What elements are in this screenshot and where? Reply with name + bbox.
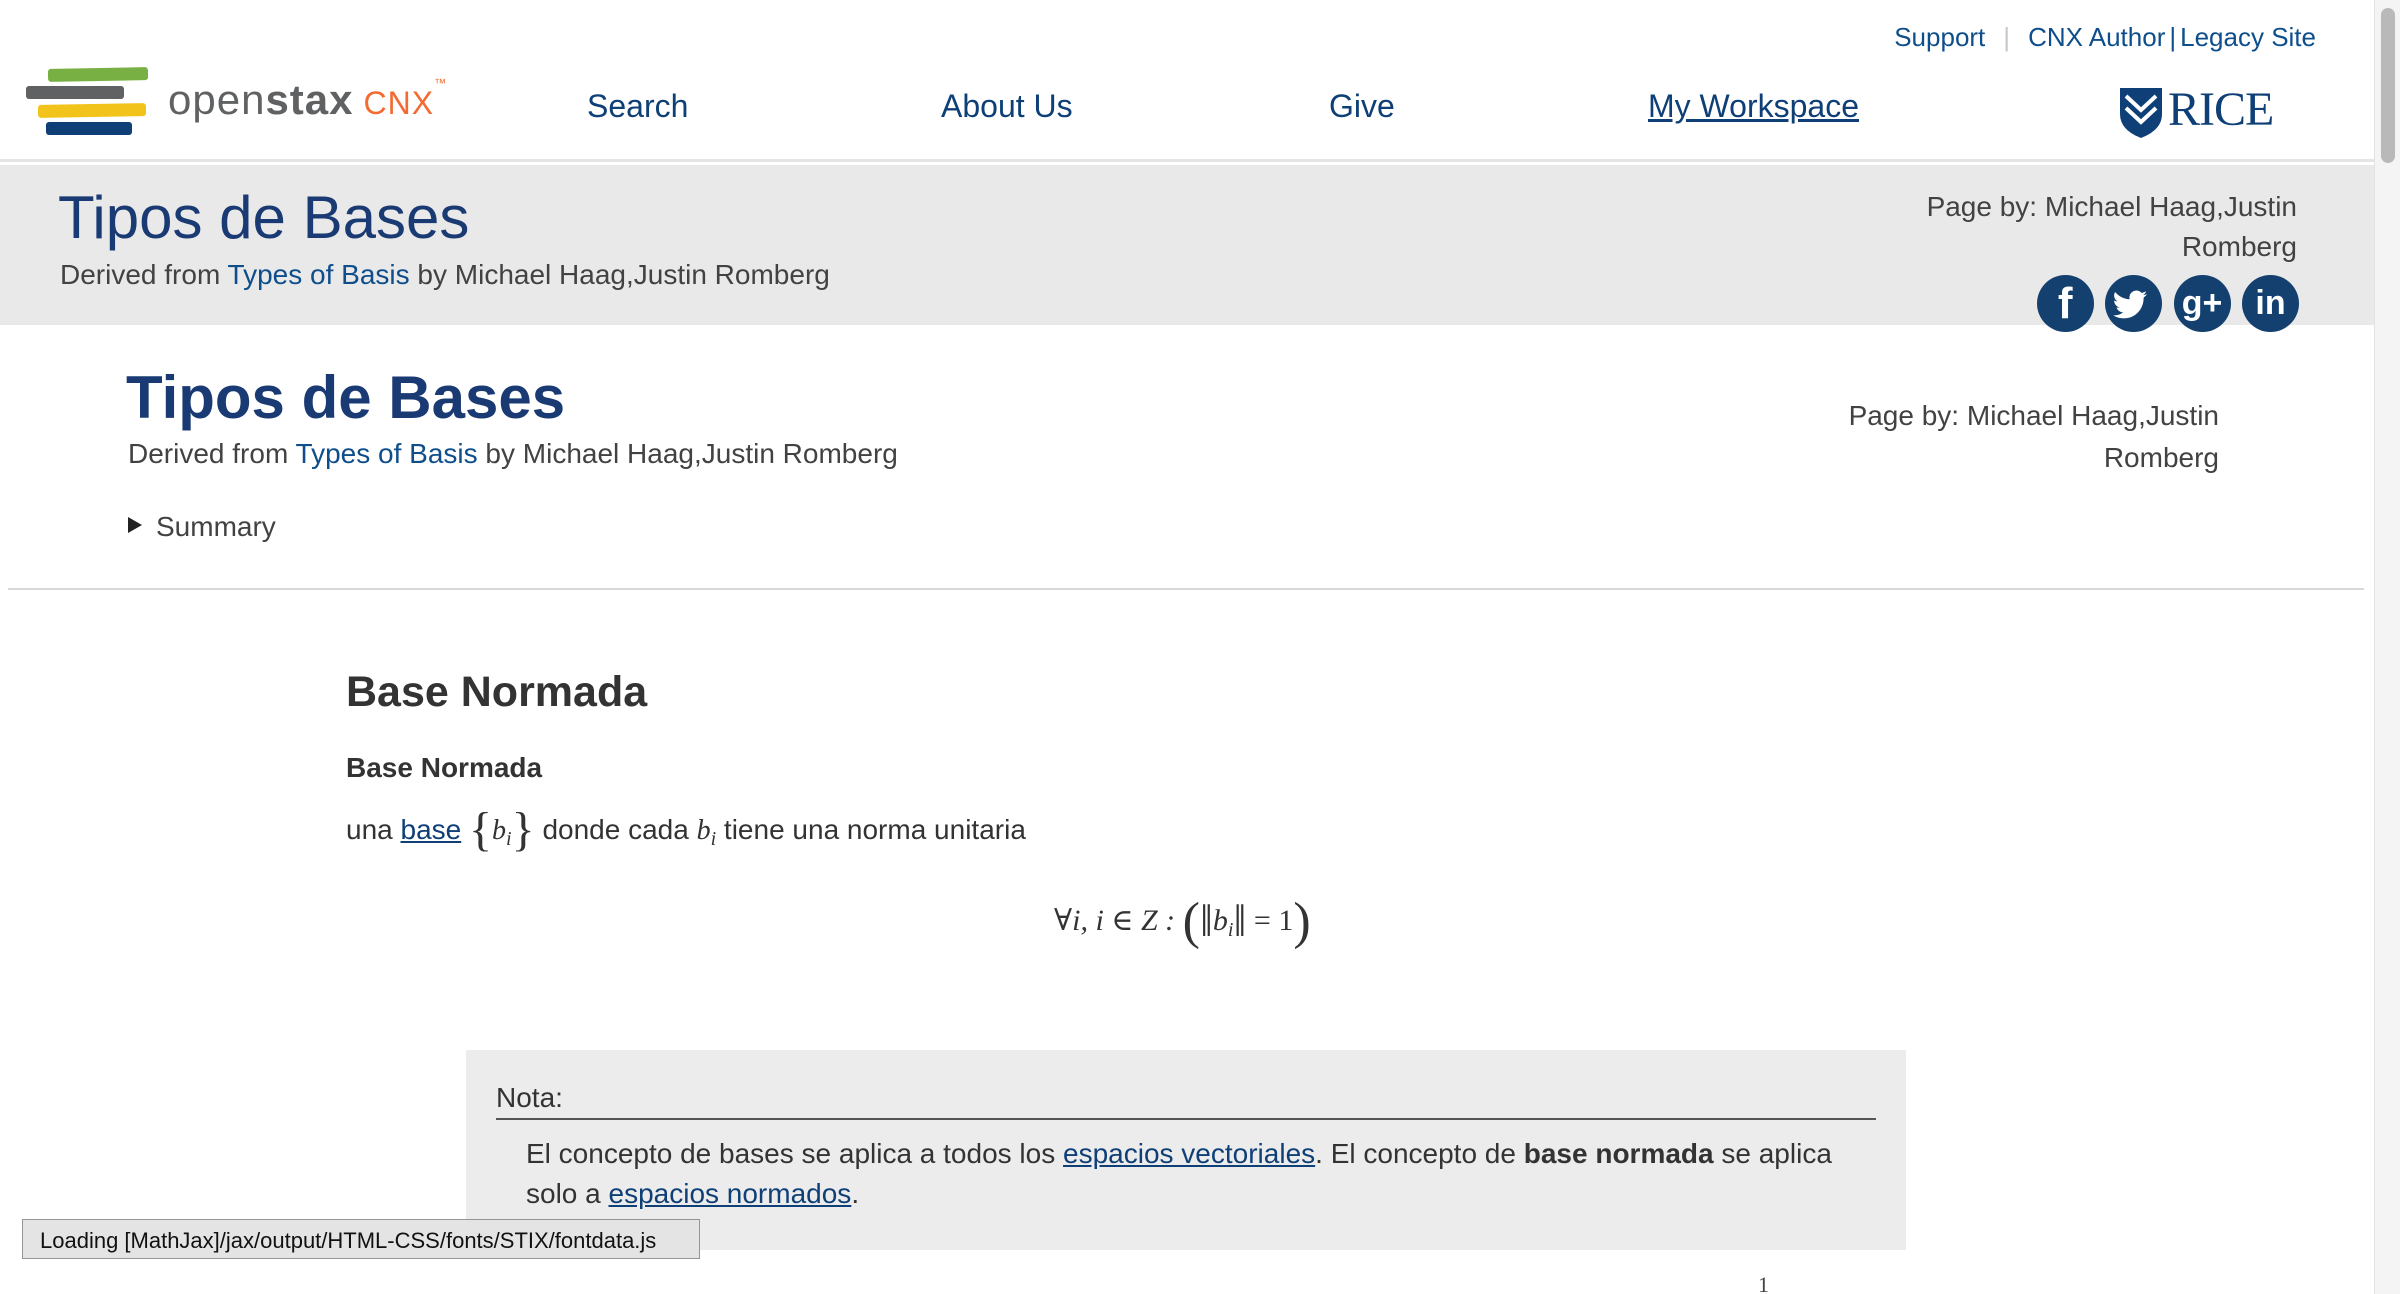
logo-wordmark: openstax CNX™	[168, 76, 448, 123]
definition-text: una base {bi} donde cada bi tiene una no…	[346, 803, 1026, 856]
note-label: Nota:	[496, 1082, 563, 1113]
legacy-site-link[interactable]: Legacy Site	[2180, 22, 2316, 52]
vector-spaces-link[interactable]: espacios vectoriales	[1063, 1138, 1315, 1169]
social-share: f g+ in	[2030, 275, 2299, 332]
rice-shield-icon	[2120, 88, 2162, 138]
utility-links: Support | CNX Author | Legacy Site	[1894, 22, 2316, 53]
base-link[interactable]: base	[401, 814, 462, 845]
note-text: El concepto de bases se aplica a todos l…	[526, 1138, 1832, 1209]
note-rule	[496, 1118, 1876, 1120]
openstax-cnx-logo[interactable]: openstax CNX™	[26, 62, 446, 142]
nav-give[interactable]: Give	[1329, 88, 1395, 125]
content-header: Tipos de Bases Derived from Types of Bas…	[0, 325, 2374, 590]
title-band: Tipos de Bases Derived from Types of Bas…	[0, 165, 2374, 332]
logo-bars-icon	[26, 62, 156, 142]
linkedin-icon[interactable]: in	[2242, 275, 2299, 332]
module-source-link[interactable]: Types of Basis	[296, 438, 478, 469]
twitter-icon[interactable]	[2105, 275, 2163, 332]
scrollbar-thumb[interactable]	[2381, 8, 2395, 163]
summary-toggle[interactable]: Summary	[128, 511, 276, 543]
module-page-authors: Page by: Michael Haag,Justin Romberg	[1848, 400, 2219, 473]
unit-norm-equation: ∀i, i ∈ Z : (‖bi‖ = 1)	[1054, 893, 1311, 950]
module-derived-from: Derived from Types of Basis by Michael H…	[128, 438, 898, 469]
facebook-icon[interactable]: f	[2036, 275, 2094, 332]
disclosure-triangle-icon	[128, 517, 142, 533]
nav-my-workspace[interactable]: My Workspace	[1648, 88, 1859, 125]
support-link[interactable]: Support	[1894, 22, 1985, 52]
module-title: Tipos de Bases	[126, 364, 566, 431]
cnx-author-link[interactable]: CNX Author	[2028, 22, 2165, 52]
normed-spaces-link[interactable]: espacios normados	[609, 1178, 852, 1209]
nav-about-us[interactable]: About Us	[941, 88, 1073, 125]
definition-term: Base Normada	[346, 752, 543, 783]
page-authors: Page by: Michael Haag,Justin Romberg	[1926, 191, 2297, 262]
utility-separator: |	[2003, 22, 2011, 52]
derived-from: Derived from Types of Basis by Michael H…	[60, 259, 830, 290]
nav-search[interactable]: Search	[587, 88, 688, 125]
utility-divider: |	[2169, 22, 2177, 52]
google-plus-icon[interactable]: g+	[2173, 275, 2231, 332]
rice-logo[interactable]: RICE	[2118, 82, 2274, 138]
partial-math-glyph: 1	[1758, 1272, 1769, 1294]
site-header: openstax CNX™ Support | CNX Author | Legacy S…	[0, 0, 2374, 162]
twitter-bird-icon	[2113, 290, 2148, 319]
rice-wordmark: RICE	[2168, 83, 2274, 136]
source-module-link[interactable]: Types of Basis	[228, 259, 410, 290]
page-scrollbar[interactable]	[2374, 0, 2400, 1294]
basis-set-math: {bi}	[469, 803, 535, 856]
mathjax-loading-status: Loading [MathJax]/jax/output/HTML-CSS/fo…	[22, 1219, 700, 1259]
basis-vector-math: bi	[696, 815, 717, 850]
page-title: Tipos de Bases	[58, 184, 470, 251]
section-divider	[8, 588, 2364, 590]
section-heading: Base Normada	[346, 668, 648, 716]
